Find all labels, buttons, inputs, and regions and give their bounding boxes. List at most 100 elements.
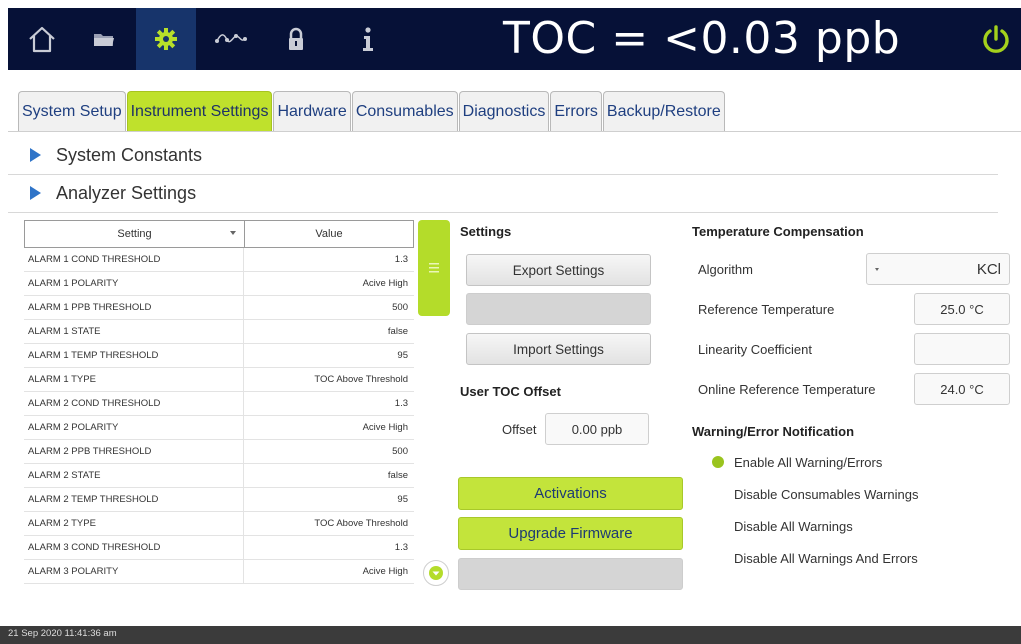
- grip-icon: [429, 263, 439, 273]
- value-cell: 500: [392, 446, 408, 457]
- setting-cell: ALARM 1 COND THRESHOLD: [24, 248, 244, 271]
- linearity-coefficient-field[interactable]: [914, 333, 1010, 365]
- table-row[interactable]: ALARM 2 TEMP THRESHOLD 95: [24, 488, 414, 512]
- info-icon[interactable]: [338, 8, 398, 70]
- table-row[interactable]: ALARM 2 POLARITY Acive High: [24, 416, 414, 440]
- setting-cell: ALARM 1 POLARITY: [24, 272, 244, 295]
- column-label: Value: [315, 228, 343, 240]
- accordion-system-constants[interactable]: System Constants: [8, 136, 1021, 174]
- setting-cell: ALARM 1 TYPE: [24, 368, 244, 391]
- tab-backup-restore[interactable]: Backup/Restore: [602, 91, 725, 131]
- disabled-action-button: [458, 558, 683, 590]
- offset-label: Offset: [502, 422, 537, 437]
- setting-cell: ALARM 1 STATE: [24, 320, 244, 343]
- notification-title: Warning/Error Notification: [692, 424, 855, 439]
- dropdown-arrow-icon: [875, 268, 879, 271]
- reference-temperature-label: Reference Temperature: [698, 302, 835, 317]
- column-header-value[interactable]: Value: [245, 221, 413, 247]
- value-cell: TOC Above Threshold: [314, 518, 408, 529]
- offset-field[interactable]: 0.00 ppb: [545, 413, 649, 445]
- tab-errors[interactable]: Errors: [550, 91, 602, 131]
- algorithm-value: KCl: [976, 260, 1001, 278]
- radio-disable-all-warnings[interactable]: Disable All Warnings: [712, 516, 853, 536]
- table-row[interactable]: ALARM 1 STATE false: [24, 320, 414, 344]
- value-cell: 95: [397, 494, 408, 505]
- radio-label: Disable All Warnings: [734, 518, 853, 534]
- scroll-down-button[interactable]: [423, 560, 449, 586]
- setting-cell: ALARM 2 TYPE: [24, 512, 244, 535]
- setting-cell: ALARM 1 PPB THRESHOLD: [24, 296, 244, 319]
- chevron-down-icon: [429, 566, 443, 580]
- radio-unselected-icon: [712, 552, 724, 564]
- table-row[interactable]: ALARM 2 PPB THRESHOLD 500: [24, 440, 414, 464]
- table-scroll-handle[interactable]: [418, 220, 450, 316]
- table-row[interactable]: ALARM 3 POLARITY Acive High: [24, 560, 414, 584]
- table-header: Setting Value: [24, 220, 414, 248]
- linearity-coefficient-label: Linearity Coefficient: [698, 342, 812, 357]
- accordion-analyzer-settings[interactable]: Analyzer Settings: [8, 174, 1021, 212]
- tab-consumables[interactable]: Consumables: [351, 91, 458, 131]
- trend-icon[interactable]: [202, 8, 262, 70]
- tab-instrument-settings[interactable]: Instrument Settings: [126, 91, 273, 131]
- setting-cell: ALARM 2 TEMP THRESHOLD: [24, 488, 244, 511]
- table-body: ALARM 1 COND THRESHOLD 1.3 ALARM 1 POLARI…: [24, 248, 414, 584]
- accordion-label: System Constants: [56, 144, 203, 165]
- tab-system-setup[interactable]: System Setup: [18, 91, 126, 131]
- table-row[interactable]: ALARM 1 TYPE TOC Above Threshold: [24, 368, 414, 392]
- export-settings-button[interactable]: Export Settings: [466, 254, 651, 286]
- column-header-setting[interactable]: Setting: [25, 221, 245, 247]
- radio-disable-all-warnings-errors[interactable]: Disable All Warnings And Errors: [712, 548, 918, 568]
- user-toc-offset-title: User TOC Offset: [460, 384, 561, 399]
- home-icon[interactable]: [12, 8, 72, 70]
- setting-cell: ALARM 2 COND THRESHOLD: [24, 392, 244, 415]
- status-bar: 21 Sep 2020 11:41:36 am: [0, 626, 1021, 644]
- value-cell: false: [387, 470, 408, 481]
- setting-cell: ALARM 3 COND THRESHOLD: [24, 536, 244, 559]
- value-cell: 1.3: [394, 398, 408, 409]
- table-row[interactable]: ALARM 1 TEMP THRESHOLD 95: [24, 344, 414, 368]
- radio-enable-all[interactable]: Enable All Warning/Errors: [712, 452, 882, 472]
- online-reference-temperature-field[interactable]: 24.0 °C: [914, 373, 1010, 405]
- tab-bar: System Setup Instrument Settings Hardwar…: [18, 91, 726, 131]
- column-label: Setting: [117, 228, 152, 240]
- value-cell: TOC Above Threshold: [314, 374, 408, 385]
- table-row[interactable]: ALARM 1 COND THRESHOLD 1.3: [24, 248, 414, 272]
- settings-section-title: Settings: [460, 224, 512, 239]
- table-row[interactable]: ALARM 2 TYPE TOC Above Threshold: [24, 512, 414, 536]
- top-bar: TOC = <0.03 ppb: [8, 8, 1021, 70]
- table-row[interactable]: ALARM 1 PPB THRESHOLD 500: [24, 296, 414, 320]
- algorithm-select[interactable]: KCl: [866, 253, 1010, 285]
- expand-arrow-icon: [30, 186, 41, 200]
- lock-icon[interactable]: [266, 8, 326, 70]
- algorithm-label: Algorithm: [698, 262, 753, 277]
- table-row[interactable]: ALARM 2 STATE false: [24, 464, 414, 488]
- accordion-label: Analyzer Settings: [56, 182, 197, 203]
- folder-icon[interactable]: [74, 8, 134, 70]
- toc-reading: TOC = <0.03 ppb: [503, 13, 901, 64]
- table-row[interactable]: ALARM 3 COND THRESHOLD 1.3: [24, 536, 414, 560]
- gear-icon[interactable]: [136, 8, 196, 70]
- radio-disable-consumables[interactable]: Disable Consumables Warnings: [712, 484, 919, 504]
- table-row[interactable]: ALARM 1 POLARITY Acive High: [24, 272, 414, 296]
- sort-arrow-icon: [230, 231, 236, 235]
- table-row[interactable]: ALARM 2 COND THRESHOLD 1.3: [24, 392, 414, 416]
- radio-label: Enable All Warning/Errors: [734, 454, 883, 470]
- import-settings-button[interactable]: Import Settings: [466, 333, 651, 365]
- reference-temperature-field[interactable]: 25.0 °C: [914, 293, 1010, 325]
- value-cell: Acive High: [362, 422, 408, 433]
- setting-cell: ALARM 2 STATE: [24, 464, 244, 487]
- tab-hardware[interactable]: Hardware: [273, 91, 351, 131]
- timestamp: 21 Sep 2020 11:41:36 am: [8, 628, 117, 639]
- upgrade-firmware-button[interactable]: Upgrade Firmware: [458, 517, 683, 550]
- value-cell: 500: [392, 302, 408, 313]
- power-icon[interactable]: [977, 20, 1015, 58]
- setting-cell: ALARM 3 POLARITY: [24, 560, 244, 583]
- radio-label: Disable All Warnings And Errors: [734, 550, 918, 566]
- tab-diagnostics[interactable]: Diagnostics: [458, 91, 550, 131]
- setting-cell: ALARM 2 POLARITY: [24, 416, 244, 439]
- value-cell: 95: [397, 350, 408, 361]
- activations-button[interactable]: Activations: [458, 477, 683, 510]
- value-cell: Acive High: [362, 566, 408, 577]
- setting-cell: ALARM 1 TEMP THRESHOLD: [24, 344, 244, 367]
- radio-label: Disable Consumables Warnings: [734, 486, 919, 502]
